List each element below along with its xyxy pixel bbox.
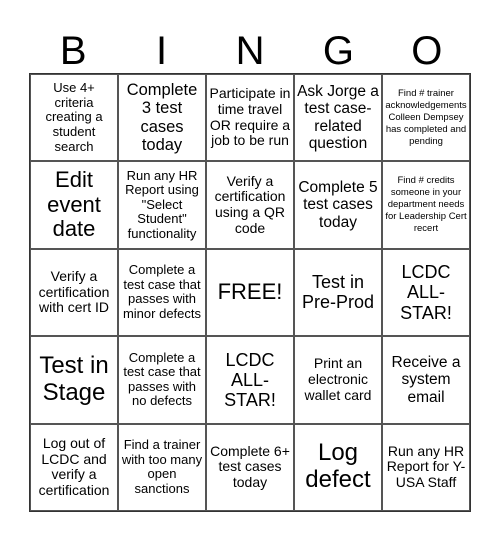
header-letter-o: O	[411, 29, 443, 73]
bingo-cell[interactable]: Log out of LCDC and verify a certificati…	[30, 423, 118, 511]
header-letter-g: G	[322, 29, 354, 73]
bingo-cell[interactable]: Verify a certification with cert ID	[30, 248, 118, 337]
bingo-cell[interactable]: LCDC ALL-STAR!	[382, 248, 470, 337]
bingo-grid: Use 4+ criteria creating a student searc…	[29, 73, 471, 512]
bingo-cell[interactable]: Find # credits someone in your departmen…	[382, 161, 470, 249]
bingo-cell[interactable]: Find a trainer with too many open sancti…	[118, 423, 206, 511]
bingo-cell[interactable]: Complete 6+ test cases today	[206, 423, 294, 511]
bingo-cell[interactable]: Test in Stage	[30, 336, 118, 424]
header-letter-n: N	[235, 29, 265, 73]
bingo-cell[interactable]: Complete a test case that passes with mi…	[118, 248, 206, 337]
bingo-cell[interactable]: Verify a certification using a QR code	[206, 161, 294, 249]
bingo-cell[interactable]: Print an electronic wallet card	[294, 336, 382, 424]
bingo-cell[interactable]: Edit event date	[30, 161, 118, 249]
header-letter-b: B	[59, 29, 87, 73]
header-letter-i: I	[156, 29, 168, 73]
bingo-cell[interactable]: Test in Pre-Prod	[294, 248, 382, 337]
free-space[interactable]: FREE!	[206, 248, 294, 337]
bingo-cell[interactable]: Use 4+ criteria creating a student searc…	[30, 74, 118, 162]
bingo-cell[interactable]: Complete 3 test cases today	[118, 74, 206, 162]
bingo-cell[interactable]: Ask Jorge a test case-related question	[294, 74, 382, 162]
bingo-cell[interactable]: Complete a test case that passes with no…	[118, 336, 206, 424]
bingo-cell[interactable]: Run any HR Report using "Select Student"…	[118, 161, 206, 249]
bingo-cell[interactable]: Complete 5 test cases today	[294, 161, 382, 249]
bingo-cell[interactable]: Participate in time travel OR require a …	[206, 74, 294, 162]
bingo-cell[interactable]: Log defect	[294, 423, 382, 511]
bingo-header: B I N G O	[29, 30, 471, 73]
bingo-cell[interactable]: Receive a system email	[382, 336, 470, 424]
bingo-cell[interactable]: Find # trainer acknowledgements Colleen …	[382, 74, 470, 162]
bingo-cell[interactable]: Run any HR Report for Y-USA Staff	[382, 423, 470, 511]
bingo-cell[interactable]: LCDC ALL-STAR!	[206, 336, 294, 424]
